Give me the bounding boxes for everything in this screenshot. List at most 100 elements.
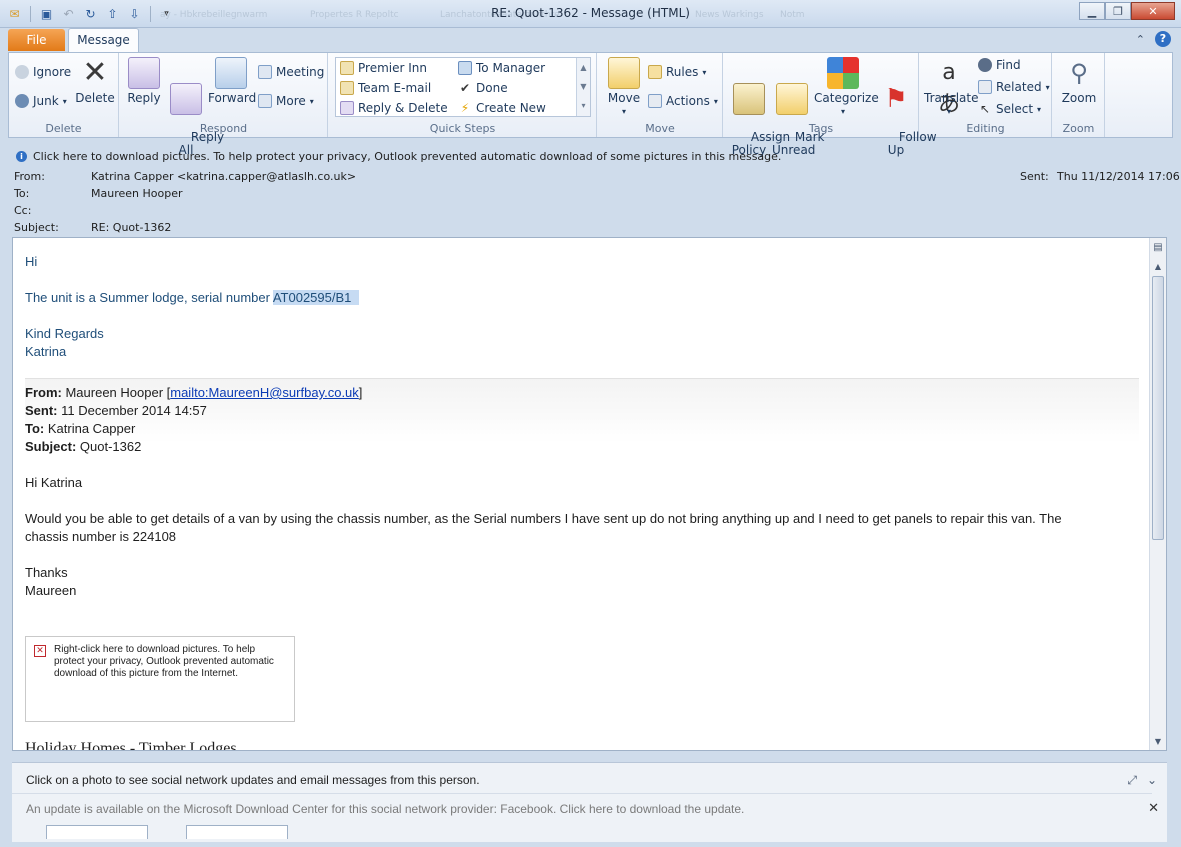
group-quick-steps: Premier Inn To Manager Team E-mail ✔ Don… xyxy=(329,53,597,137)
footer-cut-text: Holiday Homes - Timber Lodges xyxy=(25,740,237,751)
minimize-button[interactable]: ▁ xyxy=(1079,2,1105,20)
people-pane-divider xyxy=(12,793,1152,794)
to-value[interactable]: Maureen Hooper xyxy=(91,187,183,200)
more-respond-button[interactable]: More ▾ xyxy=(258,94,314,108)
tab-file[interactable]: File xyxy=(8,29,65,51)
quoted-greeting: Hi Katrina xyxy=(25,475,83,490)
quick-step-premier-inn[interactable]: Premier Inn xyxy=(340,61,427,75)
maximize-button[interactable]: ❐ xyxy=(1105,2,1131,20)
scroll-down-icon[interactable]: ▼ xyxy=(577,77,590,96)
related-button[interactable]: Related ▾ xyxy=(978,80,1050,94)
blocked-image-placeholder[interactable]: ✕ Right-click here to download pictures.… xyxy=(25,636,295,722)
forward-button[interactable]: Forward xyxy=(208,57,257,105)
ghost-tab-text: Notm xyxy=(780,10,805,20)
actions-label: Actions xyxy=(666,94,710,108)
quick-step-icon xyxy=(340,101,354,115)
scroll-thumb[interactable] xyxy=(1152,276,1164,540)
people-photo-slot[interactable] xyxy=(46,825,148,839)
quick-step-reply-delete[interactable]: Reply & Delete xyxy=(340,101,448,115)
quick-step-icon xyxy=(340,61,354,75)
quick-step-create-new[interactable]: ⚡ Create New xyxy=(458,101,546,115)
quick-step-team-email[interactable]: Team E-mail xyxy=(340,81,431,95)
body-scrollbar[interactable]: ▤ ▲ ▼ xyxy=(1149,238,1166,750)
quick-step-to-manager[interactable]: To Manager xyxy=(458,61,545,75)
group-tags: Assign Policy Mark Unread Categorize ▾ ⚑… xyxy=(724,53,937,157)
quick-steps-scroll[interactable]: ▲ ▼ ▾ xyxy=(576,58,590,116)
blocked-image-text: Right-click here to download pictures. T… xyxy=(54,644,274,679)
facebook-update-notice[interactable]: An update is available on the Microsoft … xyxy=(26,802,744,816)
ignore-button[interactable]: Ignore xyxy=(15,65,71,79)
actions-button[interactable]: Actions ▾ xyxy=(648,94,718,108)
group-label-respond: Respond xyxy=(199,122,248,135)
from-label: From: xyxy=(14,170,45,183)
sent-value: Thu 11/12/2014 17:06 xyxy=(1057,170,1180,183)
categorize-button[interactable]: Categorize ▾ xyxy=(814,57,879,118)
quoted-to: To: Katrina Capper xyxy=(25,420,135,438)
group-delete: Ignore Junk ▾ ✕ Delete Delete xyxy=(9,53,119,137)
group-respond: Reply Reply All Forward Meeting More ▾ R… xyxy=(120,53,328,157)
move-button[interactable]: Move ▾ xyxy=(606,57,642,118)
quoted-from: From: Maureen Hooper [mailto:MaureenH@su… xyxy=(25,384,362,402)
message-body[interactable]: Hi The unit is a Summer lodge, serial nu… xyxy=(12,237,1167,751)
quoted-from-close: ] xyxy=(358,385,363,400)
quoted-subject-value: Quot-1362 xyxy=(79,439,142,454)
reply-button[interactable]: Reply xyxy=(126,57,162,105)
download-pictures-infobar[interactable]: i Click here to download pictures. To he… xyxy=(8,146,1173,166)
quoted-sent-label: Sent: xyxy=(25,403,58,418)
translate-button[interactable]: aあ Translate ▾ xyxy=(924,57,979,118)
expand-icon[interactable]: ⤢ xyxy=(1127,773,1137,788)
rules-icon xyxy=(648,65,662,79)
chevron-down-icon: ▾ xyxy=(713,96,718,106)
cc-label: Cc: xyxy=(14,204,32,217)
close-window-button[interactable]: ✕ xyxy=(1131,2,1175,20)
cursor-icon: ↖ xyxy=(979,102,991,116)
find-button[interactable]: Find xyxy=(978,58,1021,72)
tab-message[interactable]: Message xyxy=(68,28,139,52)
to-label: To: xyxy=(14,187,30,200)
delete-icon: ✕ xyxy=(82,55,108,90)
gallery-more-icon[interactable]: ▾ xyxy=(577,96,590,115)
meeting-button[interactable]: Meeting xyxy=(258,65,324,79)
quoted-from-mailto-link[interactable]: mailto:MaureenH@surfbay.co.uk xyxy=(170,385,359,400)
forward-label: Forward xyxy=(208,91,257,105)
quick-step-done[interactable]: ✔ Done xyxy=(458,81,508,95)
page-width-icon[interactable]: ▤ xyxy=(1153,242,1163,253)
junk-icon xyxy=(15,94,29,108)
help-icon[interactable]: ? xyxy=(1155,31,1171,47)
people-photo-slot[interactable] xyxy=(186,825,288,839)
scroll-up-icon[interactable]: ▲ xyxy=(1153,262,1163,272)
chevron-down-icon: ▾ xyxy=(946,107,951,116)
serial-prefix: The unit is a Summer lodge, serial numbe… xyxy=(25,290,273,305)
zoom-button[interactable]: ⚲ Zoom xyxy=(1059,57,1099,105)
assign-policy-icon xyxy=(733,83,765,115)
quoted-subject: Subject: Quot-1362 xyxy=(25,438,141,456)
actions-icon xyxy=(648,94,662,108)
select-button[interactable]: ↖ Select ▾ xyxy=(978,102,1041,116)
scroll-down-icon[interactable]: ▼ xyxy=(1153,737,1163,747)
junk-label: Junk xyxy=(33,94,59,108)
delete-label: Delete xyxy=(75,91,115,105)
people-pane-hint[interactable]: Click on a photo to see social network u… xyxy=(26,773,480,787)
quick-step-label: Reply & Delete xyxy=(358,101,448,115)
rules-button[interactable]: Rules ▾ xyxy=(648,65,706,79)
related-label: Related xyxy=(996,80,1042,94)
subject-label: Subject: xyxy=(14,221,59,234)
chevron-down-icon: ▾ xyxy=(702,67,707,77)
quick-step-label: To Manager xyxy=(476,61,546,75)
sent-label: Sent: xyxy=(1020,170,1049,183)
rules-label: Rules xyxy=(666,65,699,79)
quoted-from-name: Maureen Hooper [ xyxy=(65,385,171,400)
serial-number-selected[interactable]: AT002595/B1 xyxy=(272,290,360,305)
body-greeting: Hi xyxy=(25,254,38,269)
quick-steps-gallery: Premier Inn To Manager Team E-mail ✔ Don… xyxy=(335,57,591,117)
minimize-ribbon-icon[interactable]: ⌃ xyxy=(1136,33,1145,46)
from-value[interactable]: Katrina Capper <katrina.capper@atlaslh.c… xyxy=(91,170,356,183)
delete-button[interactable]: ✕ Delete xyxy=(75,57,115,105)
junk-button[interactable]: Junk ▾ xyxy=(15,94,67,108)
chevron-down-icon[interactable]: ⌄ xyxy=(1147,773,1157,788)
quick-step-label: Create New xyxy=(476,101,546,115)
close-notice-icon[interactable]: ✕ xyxy=(1148,801,1159,816)
scroll-up-icon[interactable]: ▲ xyxy=(577,58,590,77)
quoted-sent-value: 11 December 2014 14:57 xyxy=(61,403,207,418)
quoted-from-label: From: xyxy=(25,385,62,400)
